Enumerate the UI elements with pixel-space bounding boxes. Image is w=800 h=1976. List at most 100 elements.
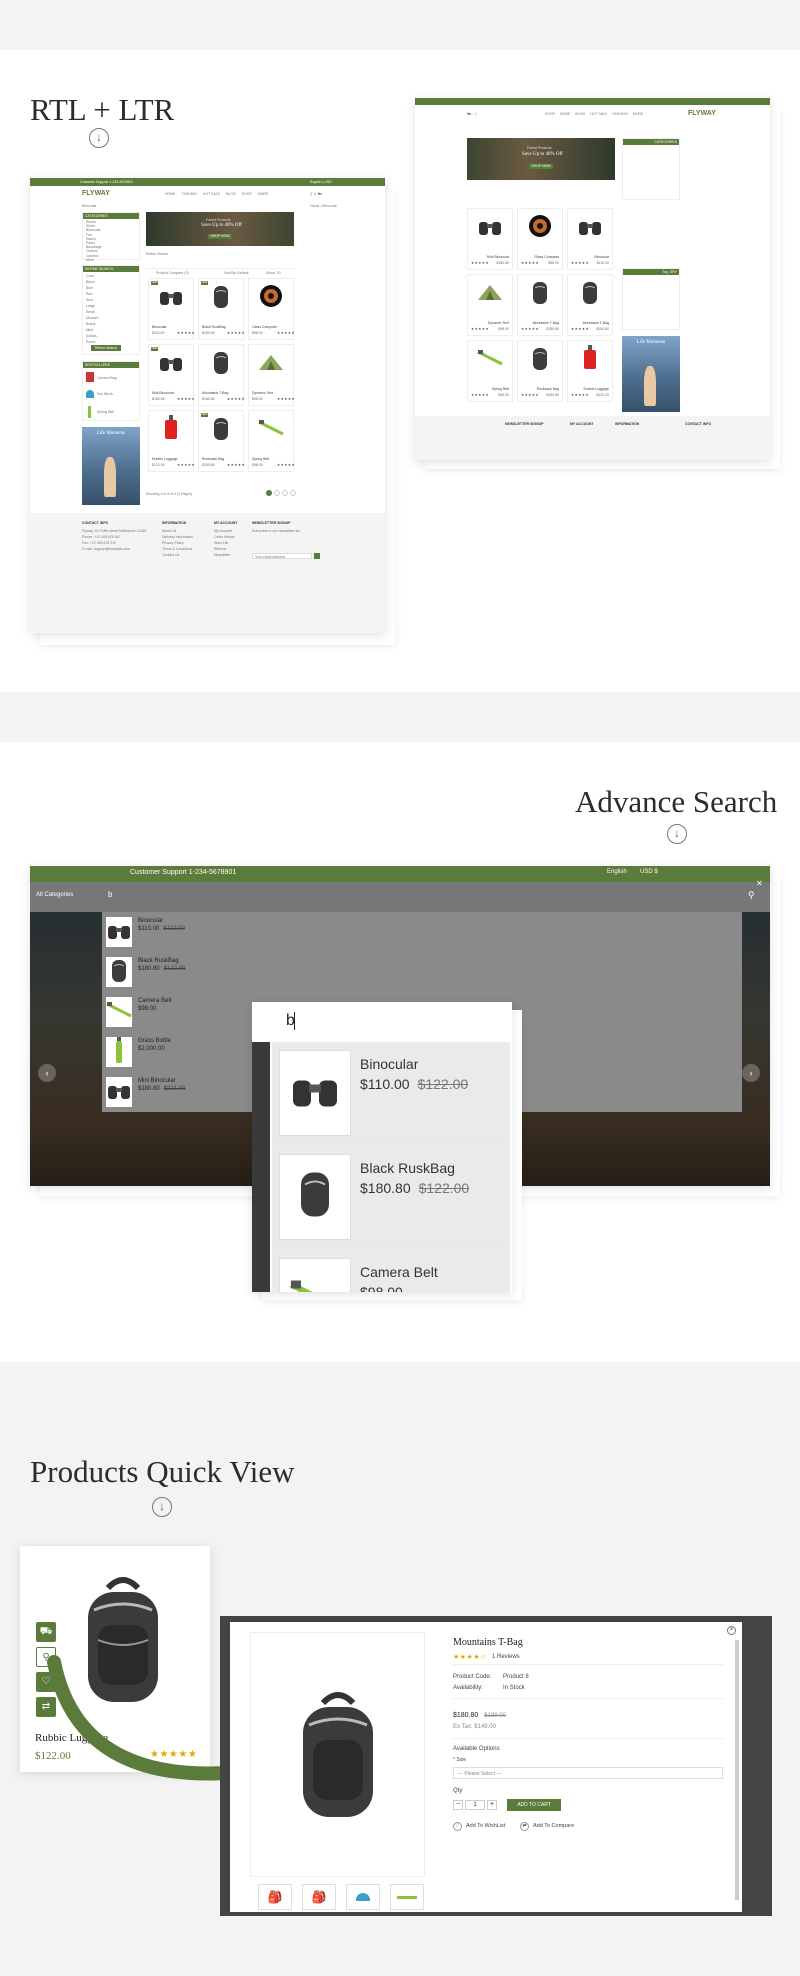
product-card[interactable]: Mini Binocular $180.80 ★★★★★ (467, 208, 513, 270)
compare-link[interactable]: Add To Compare (533, 1823, 574, 1829)
dropdown-item-name[interactable]: Binocular (138, 918, 163, 924)
promo-banner[interactable]: Forest Products Save Up to 40% Off SHOP … (467, 138, 615, 180)
nav-item[interactable]: BLOG (575, 112, 585, 116)
compare-icon[interactable]: ⇄ (520, 1822, 529, 1831)
thumb-belt-icon[interactable] (390, 1884, 424, 1910)
prev-arrow-icon[interactable]: ‹ (38, 1064, 56, 1082)
thumb-backpack-icon[interactable]: 🎒 (258, 1884, 292, 1910)
product-name[interactable]: Spring Belt (492, 387, 509, 391)
footer-link[interactable]: Contact Us (162, 553, 179, 557)
page-dot[interactable] (274, 490, 280, 496)
dropdown-item-name[interactable]: Mini Binocular (138, 1078, 176, 1084)
product-name[interactable]: Mountains T-Bag (202, 391, 228, 395)
nav-item[interactable]: HOT SALE (590, 112, 607, 116)
product-name[interactable]: Rubbic Luggage (584, 387, 610, 391)
product-name[interactable]: Black RuskBag (202, 325, 226, 329)
nav-item[interactable]: MORE (258, 192, 269, 196)
footer-link[interactable]: Order History (214, 535, 235, 539)
compare-link[interactable]: Product Compare (0) (156, 271, 189, 275)
arrow-down-circle-icon[interactable]: ↓ (667, 824, 687, 844)
dropdown-item[interactable]: Black RuskBag $180.80 $122.00 (102, 952, 742, 992)
product-name[interactable]: Glass Computer (252, 325, 277, 329)
thumb-backpack-icon[interactable]: 🎒 (302, 1884, 336, 1910)
show-select[interactable]: Show: 20 (266, 271, 281, 275)
footer-link[interactable]: Newsletter (214, 553, 231, 557)
result-name[interactable]: Black RuskBag (360, 1160, 455, 1176)
scrollbar[interactable] (735, 1640, 739, 1900)
product-card[interactable]: Mountains T-Bag $180.80 ★★★★★ (567, 274, 613, 336)
search-input[interactable]: b (108, 890, 112, 899)
footer-link[interactable]: Wish List (214, 541, 228, 545)
category-select[interactable]: All Categories (36, 892, 73, 898)
footer-link[interactable]: Subscribe to our newsletter and get 10% … (252, 529, 300, 533)
nav-item[interactable]: HOME (165, 192, 176, 196)
product-name[interactable]: Spring Belt (252, 457, 269, 461)
product-card[interactable]: NEW Rucksack Bag $180.80 ★★★★★ (198, 410, 245, 472)
dropdown-item-name[interactable]: Grass Bottle (138, 1038, 171, 1044)
lang-currency[interactable]: English | USD (310, 180, 332, 184)
product-name[interactable]: Glass Compass (534, 255, 559, 259)
nav-item[interactable]: HOME (560, 112, 571, 116)
product-card[interactable]: Dynamic Tent $98.00 ★★★★★ (467, 274, 513, 336)
page-dot[interactable] (282, 490, 288, 496)
close-icon[interactable]: ✕ (756, 879, 763, 888)
heart-icon[interactable]: ♡ (453, 1822, 462, 1831)
refine-button[interactable]: Refine Search (91, 345, 121, 351)
product-card[interactable]: Glass Compass $98.00 ★★★★★ (517, 208, 563, 270)
add-to-cart-button[interactable]: ADD TO CART (507, 1799, 561, 1811)
product-card[interactable]: Rubbic Luggage $122.00 ★★★★★ (567, 340, 613, 402)
footer-link[interactable]: Returns (214, 547, 226, 551)
bestseller-name[interactable]: Sun Block (97, 392, 113, 396)
product-card[interactable]: Rubbic Luggage $122.00 ★★★★★ (148, 410, 195, 472)
footer-link[interactable]: Privacy Policy (162, 541, 184, 545)
nav-item[interactable]: BLOG (226, 192, 236, 196)
nav-item[interactable]: SHOP (545, 112, 555, 116)
minus-icon[interactable]: − (453, 1800, 463, 1810)
product-card[interactable]: Mountains T-Bag $180.80 ★★★★★ (517, 274, 563, 336)
product-name[interactable]: Mini Binocular (487, 255, 509, 259)
logo[interactable]: FLYWAY (688, 110, 716, 117)
nav-item[interactable]: HOT SALE (203, 192, 220, 196)
category-item[interactable]: More (86, 258, 136, 262)
arrow-down-circle-icon[interactable]: ↓ (152, 1497, 172, 1517)
product-name[interactable]: Rucksack Bag (202, 457, 224, 461)
ad-banner[interactable]: Life Moments (82, 427, 140, 505)
result-name[interactable]: Camera Belt (360, 1264, 438, 1280)
size-select[interactable]: --- Please Select --- (453, 1767, 723, 1779)
plus-icon[interactable]: + (487, 1800, 497, 1810)
promo-banner[interactable]: Forest Products Save Up to 40% Off SHOP … (146, 212, 294, 246)
product-name[interactable]: Mini Binocular (152, 391, 174, 395)
dropdown-item-name[interactable]: Camera Belt (138, 998, 171, 1004)
cart-icon[interactable]: ⛟ (36, 1622, 56, 1642)
product-card[interactable]: Spring Belt $98.00 ★★★★★ (248, 410, 295, 472)
header-icons[interactable]: ⛟ ♙ ⚲ (467, 112, 477, 117)
page-dot[interactable] (290, 490, 296, 496)
nav-item[interactable]: SHOP (242, 192, 252, 196)
footer-link[interactable]: My Account (214, 529, 232, 533)
reviews-link[interactable]: 1 Reviews (492, 1654, 520, 1660)
footer-link[interactable]: About Us (162, 529, 176, 533)
sort-select[interactable]: Sort By: Default (224, 271, 249, 275)
language-select[interactable]: English (607, 869, 627, 875)
product-name[interactable]: Dynamic Tent (252, 391, 273, 395)
header-icons[interactable]: ⚲ ♙ ⛟ (310, 192, 322, 197)
bestseller-name[interactable]: Spring Belt (97, 410, 114, 414)
bestseller-name[interactable]: Camera Bag (97, 376, 117, 380)
dropdown-item-name[interactable]: Black RuskBag (138, 958, 179, 964)
product-card[interactable]: Rucksack Bag $180.80 ★★★★★ (517, 340, 563, 402)
product-card[interactable]: Spring Belt $98.00 ★★★★★ (467, 340, 513, 402)
nav-item[interactable]: FASHION (182, 192, 197, 196)
logo[interactable]: FLYWAY (82, 190, 110, 197)
next-arrow-icon[interactable]: › (742, 1064, 760, 1082)
product-card[interactable]: Mountains T-Bag $180.80 ★★★★★ (198, 344, 245, 406)
wishlist-link[interactable]: Add To WishList (466, 1823, 505, 1829)
qty-input[interactable]: 1 (465, 1800, 485, 1810)
footer-link[interactable]: Delivery Information (162, 535, 193, 539)
dropdown-item[interactable]: Binocular $110.00 $122.00 (102, 912, 742, 952)
banner-button[interactable]: SHOP NOW (208, 234, 232, 239)
thumb-cap-icon[interactable] (346, 1884, 380, 1910)
banner-button[interactable]: SHOP NOW (529, 164, 553, 169)
nav-item[interactable]: MORE (633, 112, 644, 116)
ad-banner[interactable]: Life Moments (622, 336, 680, 412)
result-item[interactable]: Camera Belt $98.00 (272, 1250, 510, 1292)
